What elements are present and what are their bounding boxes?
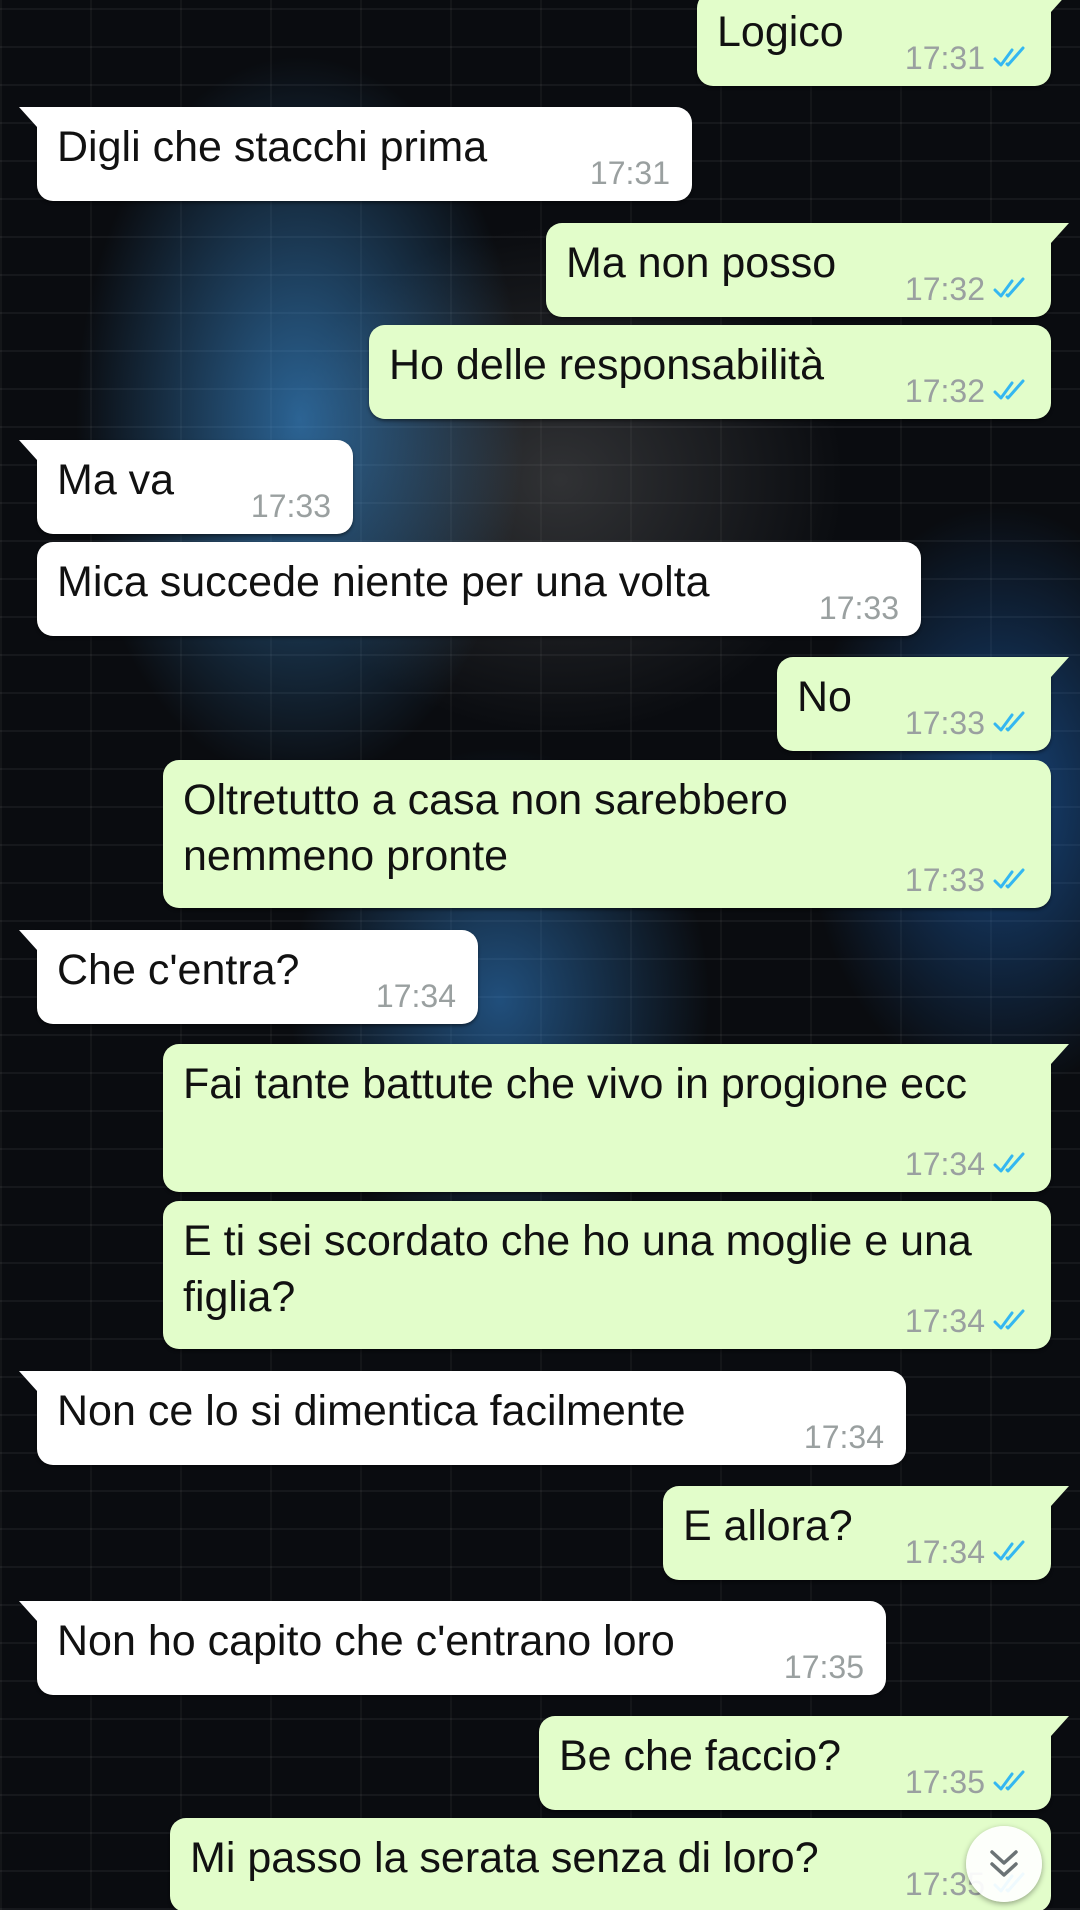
message-bubble-outgoing[interactable]: Ma non posso 17:32 xyxy=(546,223,1069,317)
message-bubble-outgoing[interactable]: E allora? 17:34 xyxy=(663,1486,1069,1580)
message-time: 17:33 xyxy=(250,488,331,524)
message-time: 17:32 xyxy=(904,271,985,307)
message-bubble-incoming[interactable]: Ma va 17:33 xyxy=(19,440,353,534)
message-bubble-outgoing[interactable]: Mi passo la serata senza di loro? 17:35 xyxy=(170,1818,1051,1910)
message-bubble-incoming[interactable]: Che c'entra? 17:34 xyxy=(19,930,478,1024)
message-bubble-outgoing[interactable]: Logico 17:31 xyxy=(697,0,1069,86)
message-time: 17:34 xyxy=(904,1303,985,1339)
message-text: Fai tante battute che vivo in progione e… xyxy=(183,1060,968,1108)
message-text: Non ho capito che c'entrano loro xyxy=(57,1617,675,1665)
message-bubble-incoming[interactable]: Digli che stacchi prima 17:31 xyxy=(19,107,692,201)
message-time: 17:32 xyxy=(904,373,985,409)
message-time: 17:35 xyxy=(904,1764,985,1800)
message-text: Mica succede niente per una volta xyxy=(57,558,710,606)
message-time: 17:33 xyxy=(904,862,985,898)
message-time: 17:31 xyxy=(904,40,985,76)
message-bubble-outgoing[interactable]: Fai tante battute che vivo in progione e… xyxy=(163,1044,1069,1192)
chat-background: Logico 17:31 Digli che stacchi prima 17:… xyxy=(0,0,1080,1910)
scroll-to-bottom-button[interactable] xyxy=(966,1826,1042,1902)
read-check-icon xyxy=(993,1540,1025,1561)
read-check-icon xyxy=(993,379,1025,400)
message-time: 17:33 xyxy=(904,705,985,741)
read-check-icon xyxy=(993,46,1025,67)
read-check-icon xyxy=(993,277,1025,298)
message-time: 17:34 xyxy=(904,1146,985,1182)
read-check-icon xyxy=(993,711,1025,732)
read-check-icon xyxy=(993,1152,1025,1173)
message-time: 17:35 xyxy=(783,1649,864,1685)
message-bubble-outgoing[interactable]: Ho delle responsabilità 17:32 xyxy=(369,325,1051,419)
message-bubble-outgoing[interactable]: E ti sei scordato che ho una moglie e un… xyxy=(163,1201,1051,1349)
message-time: 17:31 xyxy=(589,155,670,191)
read-check-icon xyxy=(993,1770,1025,1791)
message-time: 17:34 xyxy=(803,1419,884,1455)
message-bubble-incoming[interactable]: Non ce lo si dimentica facilmente 17:34 xyxy=(19,1371,906,1465)
message-bubble-outgoing[interactable]: Oltretutto a casa non sarebbero nemmeno … xyxy=(163,760,1051,908)
message-time: 17:33 xyxy=(818,590,899,626)
message-time: 17:34 xyxy=(375,978,456,1014)
message-bubble-incoming[interactable]: Non ho capito che c'entrano loro 17:35 xyxy=(19,1601,886,1695)
message-text: Non ce lo si dimentica facilmente xyxy=(57,1387,686,1435)
message-time: 17:34 xyxy=(904,1534,985,1570)
message-bubble-outgoing[interactable]: No 17:33 xyxy=(777,657,1069,751)
message-bubble-outgoing[interactable]: Be che faccio? 17:35 xyxy=(539,1716,1069,1810)
read-check-icon xyxy=(993,868,1025,889)
read-check-icon xyxy=(993,1309,1025,1330)
message-bubble-incoming[interactable]: Mica succede niente per una volta 17:33 xyxy=(37,542,921,636)
double-chevron-down-icon xyxy=(990,1850,1018,1877)
